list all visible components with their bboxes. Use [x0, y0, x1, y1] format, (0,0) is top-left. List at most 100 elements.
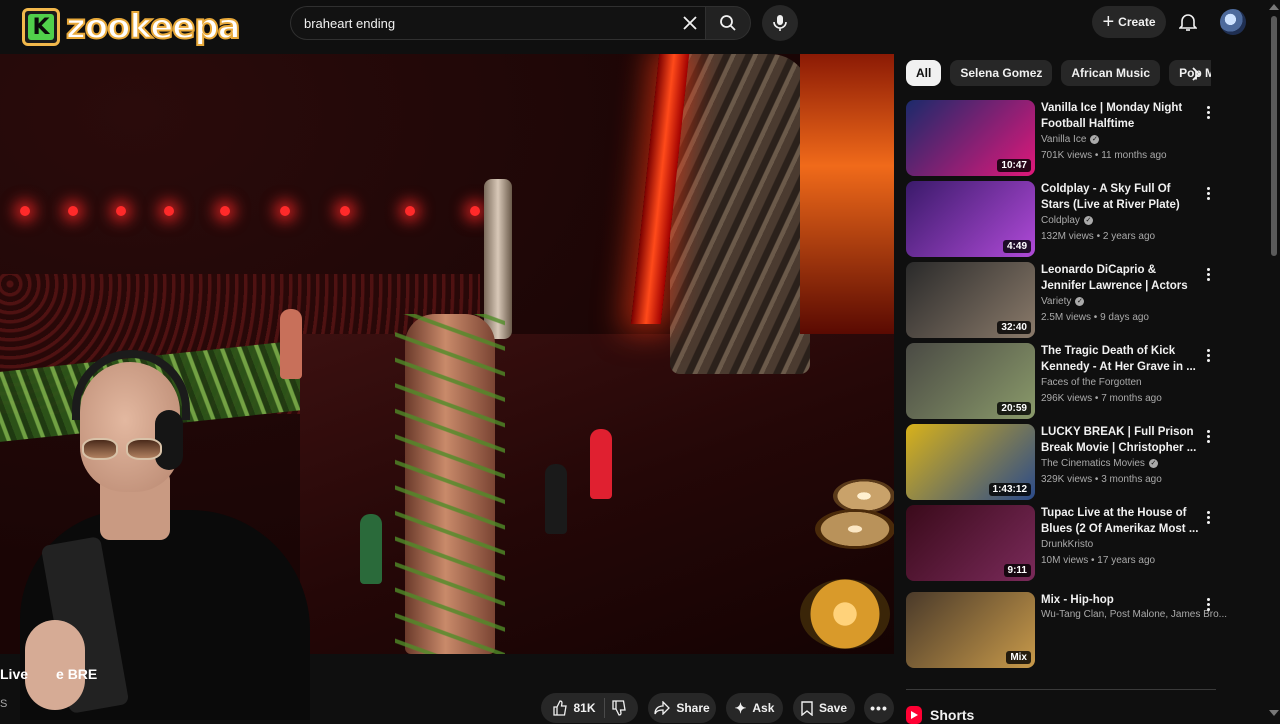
webcam-overlay	[0, 340, 330, 720]
filter-chips: All Selena Gomez African Music Pop Mu	[906, 60, 1211, 86]
verified-check-icon: ✓	[1148, 459, 1158, 468]
video-drum	[800, 579, 890, 649]
recommendation-meta: 10M views • 17 years ago	[1041, 555, 1156, 566]
bell-icon	[1179, 14, 1197, 31]
recommendation-item[interactable]: 20:59 The Tragic Death of Kick Kennedy - …	[906, 343, 1216, 419]
clear-search-icon[interactable]	[677, 10, 703, 36]
recommendation-item[interactable]: 1:43:12 LUCKY BREAK | Full Prison Break M…	[906, 424, 1216, 500]
video-cymbal	[833, 479, 894, 513]
dislike-button[interactable]	[611, 700, 627, 716]
chip-all[interactable]: All	[906, 60, 942, 86]
channel-fragment: S	[0, 698, 8, 710]
video-performer	[590, 429, 612, 499]
stage-lights	[20, 206, 490, 220]
recommendation-item[interactable]: 4:49 Coldplay - A Sky Full Of Stars (Live…	[906, 181, 1216, 257]
duration-badge: 1:43:12	[988, 483, 1031, 496]
video-rock-wall	[670, 54, 810, 374]
recommendation-title[interactable]: The Tragic Death of Kick Kennedy - At He…	[1041, 343, 1199, 375]
scroll-up-arrow[interactable]	[1269, 4, 1279, 10]
channel-name: Coldplay	[1041, 215, 1080, 226]
video-thumbnail[interactable]: 10:47	[906, 100, 1035, 176]
channel-name: Variety	[1041, 296, 1072, 307]
share-icon	[654, 701, 671, 715]
recommendation-item[interactable]: 9:11 Tupac Live at the House of Blues (2 …	[906, 505, 1216, 581]
more-vertical-icon[interactable]	[1200, 183, 1216, 203]
search-box[interactable]: braheart ending	[290, 6, 705, 40]
recommendation-item[interactable]: 32:40 Leonardo DiCaprio & Jennifer Lawren…	[906, 262, 1216, 338]
logo-text: zookeepa	[65, 6, 242, 48]
chip-selena-gomez[interactable]: Selena Gomez	[950, 60, 1053, 86]
recommendation-item[interactable]: 10:47 Vanilla Ice | Monday Night Football…	[906, 100, 1216, 176]
more-actions-button[interactable]: •••	[864, 693, 894, 723]
more-vertical-icon[interactable]	[1200, 507, 1216, 527]
zookeepa-logo[interactable]: K zookeepa	[22, 4, 262, 50]
search-input[interactable]: braheart ending	[291, 16, 677, 31]
ask-button[interactable]: ✦ Ask	[726, 693, 783, 723]
recommendation-channel[interactable]: Variety ✓	[1041, 296, 1085, 307]
notifications-button[interactable]	[1176, 10, 1200, 34]
duration-badge: 10:47	[997, 159, 1031, 172]
ask-label: Ask	[752, 701, 775, 715]
video-performer	[545, 464, 567, 534]
thumbs-up-icon	[553, 700, 568, 716]
recommendation-meta: 296K views • 7 months ago	[1041, 393, 1162, 404]
like-count: 81K	[573, 701, 596, 715]
more-vertical-icon[interactable]	[1200, 102, 1216, 122]
recommendation-title[interactable]: Vanilla Ice | Monday Night Football Half…	[1041, 100, 1199, 132]
voice-search-button[interactable]	[762, 5, 798, 41]
like-button[interactable]: 81K	[552, 698, 605, 718]
create-button[interactable]: + Create	[1092, 6, 1166, 38]
search-button[interactable]	[705, 6, 751, 40]
recommendation-item[interactable]: Mix Mix - Hip-hop Wu-Tang Clan, Post Malon…	[906, 592, 1227, 668]
microphone-icon	[773, 15, 787, 31]
share-label: Share	[676, 701, 710, 715]
duration-badge: 9:11	[1003, 564, 1031, 577]
chips-next-button[interactable]	[1184, 62, 1208, 86]
more-horizontal-icon: •••	[870, 700, 888, 716]
recommendation-title[interactable]: Coldplay - A Sky Full Of Stars (Live at …	[1041, 181, 1199, 213]
video-thumbnail[interactable]: 4:49	[906, 181, 1035, 257]
recommendation-meta: 701K views • 11 months ago	[1041, 150, 1167, 161]
recommendation-channel[interactable]: DrunkKristo	[1041, 539, 1093, 550]
video-thumbnail[interactable]: 20:59	[906, 343, 1035, 419]
recommendation-meta: 2.5M views • 9 days ago	[1041, 312, 1149, 323]
video-thumbnail[interactable]: Mix	[906, 592, 1035, 668]
avatar[interactable]	[1220, 9, 1246, 35]
channel-name: DrunkKristo	[1041, 539, 1094, 550]
logo-badge: K	[22, 8, 60, 46]
video-thumbnail[interactable]: 32:40	[906, 262, 1035, 338]
recommendation-channel[interactable]: Vanilla Ice ✓	[1041, 134, 1100, 145]
more-vertical-icon[interactable]	[1200, 264, 1216, 284]
recommendation-title[interactable]: LUCKY BREAK | Full Prison Break Movie | …	[1041, 424, 1199, 456]
more-vertical-icon[interactable]	[1200, 426, 1216, 446]
webcam-hand	[25, 620, 85, 710]
recommendation-channel[interactable]: Faces of the Forgotten	[1041, 377, 1142, 388]
recommendation-meta: 132M views • 2 years ago	[1041, 231, 1156, 242]
video-thumbnail[interactable]: 9:11	[906, 505, 1035, 581]
recommendation-title[interactable]: Leonardo DiCaprio & Jennifer Lawrence | …	[1041, 262, 1199, 294]
share-button[interactable]: Share	[648, 693, 716, 723]
recommendation-title[interactable]: Tupac Live at the House of Blues (2 Of A…	[1041, 505, 1199, 537]
duration-badge: Mix	[1006, 651, 1031, 664]
verified-check-icon: ✓	[1083, 216, 1093, 225]
recommendation-title[interactable]: Mix - Hip-hop	[1041, 592, 1199, 608]
scrollbar-thumb[interactable]	[1271, 16, 1277, 256]
duration-badge: 4:49	[1002, 240, 1031, 253]
video-led-screen	[800, 54, 894, 334]
sunglasses	[82, 438, 166, 462]
like-dislike-group[interactable]: 81K	[541, 693, 638, 723]
bookmark-icon	[801, 700, 813, 716]
save-button[interactable]: Save	[793, 693, 855, 723]
recommendation-channel[interactable]: Coldplay ✓	[1041, 215, 1093, 226]
sparkle-icon: ✦	[734, 699, 747, 716]
video-cymbal	[815, 509, 894, 549]
scroll-down-arrow[interactable]	[1269, 710, 1279, 716]
video-title-fragment: Live e BRE	[0, 666, 98, 682]
video-thumbnail[interactable]: 1:43:12	[906, 424, 1035, 500]
more-vertical-icon[interactable]	[1200, 345, 1216, 365]
more-vertical-icon[interactable]	[1200, 594, 1216, 614]
shorts-label: Shorts	[930, 707, 975, 723]
chip-african-music[interactable]: African Music	[1061, 60, 1161, 86]
recommendation-channel[interactable]: The Cinematics Movies ✓	[1041, 458, 1158, 469]
verified-check-icon: ✓	[1090, 135, 1100, 144]
